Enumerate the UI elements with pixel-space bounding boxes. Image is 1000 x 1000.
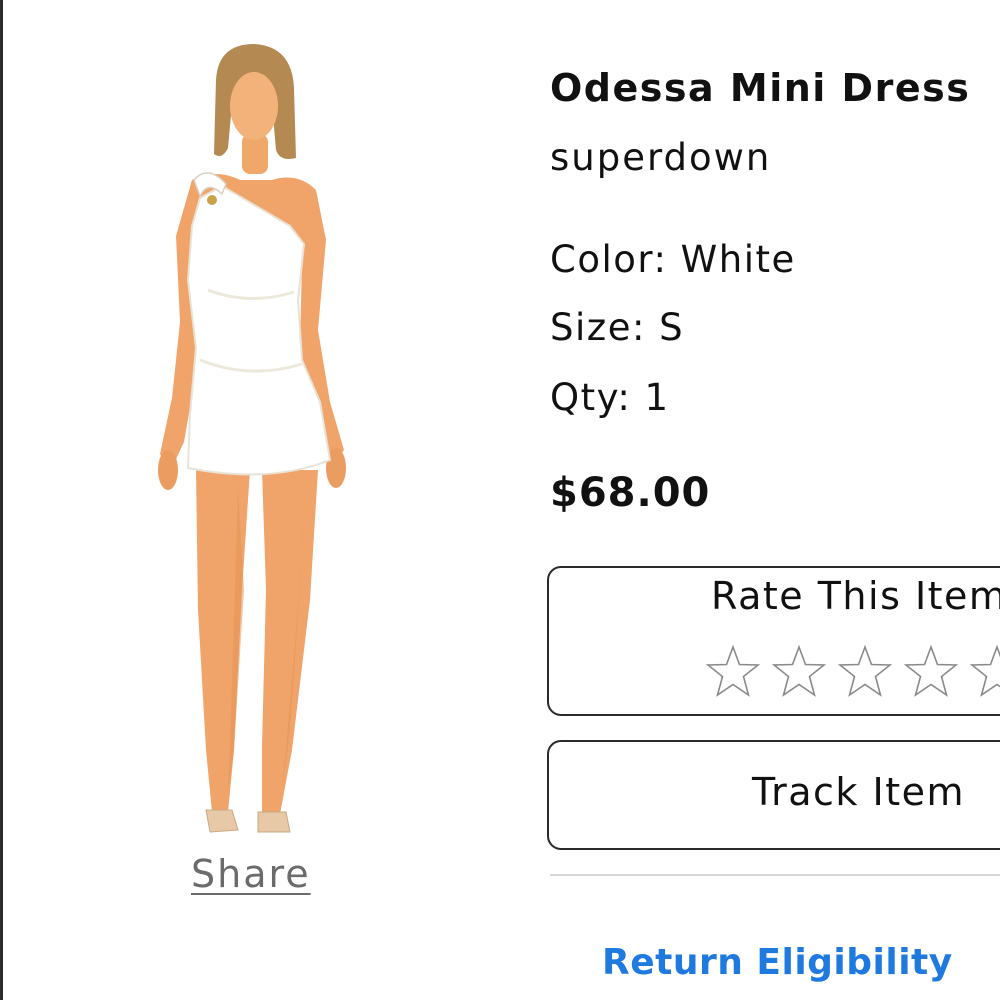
product-quantity: Qty: 1 <box>550 376 670 419</box>
left-border <box>0 0 3 1000</box>
star-2-icon[interactable] <box>771 644 827 700</box>
star-3-icon[interactable] <box>837 644 893 700</box>
product-price: $68.00 <box>550 470 711 516</box>
product-color: Color: White <box>550 238 796 281</box>
product-title: Odessa Mini Dress <box>550 66 971 110</box>
star-4-icon[interactable] <box>903 644 959 700</box>
return-eligibility-link[interactable]: Return Eligibility <box>602 942 953 983</box>
share-link[interactable]: Share <box>191 852 311 896</box>
product-brand[interactable]: superdown <box>550 136 771 179</box>
track-item-label: Track Item <box>752 770 966 814</box>
track-item-button[interactable]: Track Item <box>547 740 1000 850</box>
star-rating[interactable] <box>705 644 1000 700</box>
divider <box>550 874 1000 876</box>
rate-item-card: Rate This Item <box>547 566 1000 716</box>
product-size: Size: S <box>550 306 685 349</box>
rate-item-title: Rate This Item <box>711 574 1000 618</box>
star-1-icon[interactable] <box>705 644 761 700</box>
star-5-icon[interactable] <box>969 644 1000 700</box>
product-image[interactable] <box>130 30 380 845</box>
